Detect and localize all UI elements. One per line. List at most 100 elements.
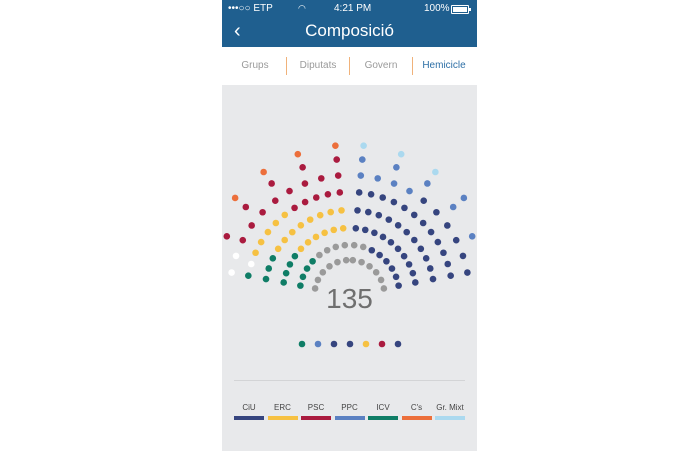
seat-dot[interactable] xyxy=(298,340,306,348)
seat-dot[interactable] xyxy=(264,228,272,236)
seat-dot[interactable] xyxy=(378,340,386,348)
seat-dot[interactable] xyxy=(327,208,334,216)
seat-dot[interactable] xyxy=(419,219,427,227)
seat-dot[interactable] xyxy=(365,208,372,216)
seat-dot[interactable] xyxy=(323,246,331,254)
seat-dot[interactable] xyxy=(316,251,323,259)
seat-dot[interactable] xyxy=(301,180,309,187)
legend-item[interactable]: PSC xyxy=(301,403,331,420)
legend-item[interactable]: C's xyxy=(401,403,432,420)
seat-dot[interactable] xyxy=(383,257,390,265)
seat-dot[interactable] xyxy=(427,228,435,236)
seat-dot[interactable] xyxy=(309,257,316,265)
tab-grups[interactable]: Grups xyxy=(224,54,286,78)
seat-dot[interactable] xyxy=(330,340,338,348)
seat-dot[interactable] xyxy=(259,208,266,216)
seat-dot[interactable] xyxy=(306,216,314,223)
seat-dot[interactable] xyxy=(366,263,373,270)
seat-dot[interactable] xyxy=(281,236,288,244)
seat-dot[interactable] xyxy=(358,258,365,266)
seat-dot[interactable] xyxy=(444,222,451,229)
seat-dot[interactable] xyxy=(232,252,240,260)
seat-dot[interactable] xyxy=(429,275,437,283)
seat-dot[interactable] xyxy=(409,269,417,277)
seat-dot[interactable] xyxy=(424,180,431,187)
seat-dot[interactable] xyxy=(397,150,405,158)
seat-dot[interactable] xyxy=(312,233,320,241)
seat-dot[interactable] xyxy=(312,194,320,201)
seat-dot[interactable] xyxy=(334,172,342,179)
seat-dot[interactable] xyxy=(303,265,311,272)
seat-dot[interactable] xyxy=(390,198,398,206)
seat-dot[interactable] xyxy=(392,273,400,281)
seat-dot[interactable] xyxy=(372,269,380,276)
seat-dot[interactable] xyxy=(433,208,440,216)
seat-dot[interactable] xyxy=(367,190,375,198)
seat-dot[interactable] xyxy=(388,265,396,272)
seat-dot[interactable] xyxy=(468,233,476,240)
seat-dot[interactable] xyxy=(326,263,333,270)
seat-dot[interactable] xyxy=(360,142,367,149)
seat-dot[interactable] xyxy=(245,272,252,279)
seat-dot[interactable] xyxy=(387,239,395,246)
seat-dot[interactable] xyxy=(342,256,350,264)
seat-dot[interactable] xyxy=(231,194,239,202)
seat-dot[interactable] xyxy=(393,164,400,171)
seat-dot[interactable] xyxy=(316,211,324,219)
seat-dot[interactable] xyxy=(286,187,293,195)
seat-dot[interactable] xyxy=(257,238,265,246)
seat-dot[interactable] xyxy=(330,226,338,234)
seat-dot[interactable] xyxy=(374,175,382,182)
seat-dot[interactable] xyxy=(379,194,387,201)
seat-dot[interactable] xyxy=(426,265,434,272)
seat-dot[interactable] xyxy=(299,164,306,171)
seat-dot[interactable] xyxy=(350,241,358,249)
seat-dot[interactable] xyxy=(368,246,376,254)
seat-dot[interactable] xyxy=(294,150,302,158)
seat-dot[interactable] xyxy=(358,156,366,163)
seat-dot[interactable] xyxy=(274,245,282,253)
seat-dot[interactable] xyxy=(281,211,289,219)
seat-dot[interactable] xyxy=(411,236,418,244)
seat-dot[interactable] xyxy=(385,216,393,223)
seat-dot[interactable] xyxy=(394,340,402,348)
tab-diputats[interactable]: Diputats xyxy=(287,54,349,78)
seat-dot[interactable] xyxy=(447,272,454,279)
seat-dot[interactable] xyxy=(359,243,367,251)
seat-dot[interactable] xyxy=(239,236,247,244)
seat-dot[interactable] xyxy=(434,238,442,246)
seat-dot[interactable] xyxy=(459,252,467,260)
seat-dot[interactable] xyxy=(357,172,365,179)
seat-dot[interactable] xyxy=(432,168,439,176)
seat-dot[interactable] xyxy=(449,203,457,211)
seat-dot[interactable] xyxy=(400,252,408,260)
seat-dot[interactable] xyxy=(452,236,460,244)
seat-dot[interactable] xyxy=(297,222,305,229)
seat-dot[interactable] xyxy=(338,207,345,214)
seat-dot[interactable] xyxy=(265,265,273,272)
seat-dot[interactable] xyxy=(417,245,425,253)
seat-dot[interactable] xyxy=(332,142,339,149)
seat-dot[interactable] xyxy=(349,256,357,264)
seat-dot[interactable] xyxy=(336,189,344,196)
seat-dot[interactable] xyxy=(394,245,402,253)
seat-dot[interactable] xyxy=(252,249,259,257)
seat-dot[interactable] xyxy=(282,269,290,277)
seat-dot[interactable] xyxy=(333,156,341,163)
tab-hemicicle[interactable]: Hemicicle xyxy=(413,54,475,78)
seat-dot[interactable] xyxy=(332,243,340,251)
tab-govern[interactable]: Govern xyxy=(350,54,412,78)
seat-dot[interactable] xyxy=(352,224,360,232)
legend-item[interactable]: ERC xyxy=(267,403,298,420)
seat-dot[interactable] xyxy=(248,222,255,229)
seat-dot[interactable] xyxy=(262,275,270,283)
seat-dot[interactable] xyxy=(401,204,408,212)
seat-dot[interactable] xyxy=(271,197,279,204)
seat-dot[interactable] xyxy=(291,252,299,260)
seat-dot[interactable] xyxy=(371,229,378,237)
legend-item[interactable]: PPC xyxy=(334,403,365,420)
seat-dot[interactable] xyxy=(272,219,280,227)
seat-dot[interactable] xyxy=(242,203,250,211)
seat-dot[interactable] xyxy=(394,222,402,229)
seat-dot[interactable] xyxy=(346,340,354,348)
